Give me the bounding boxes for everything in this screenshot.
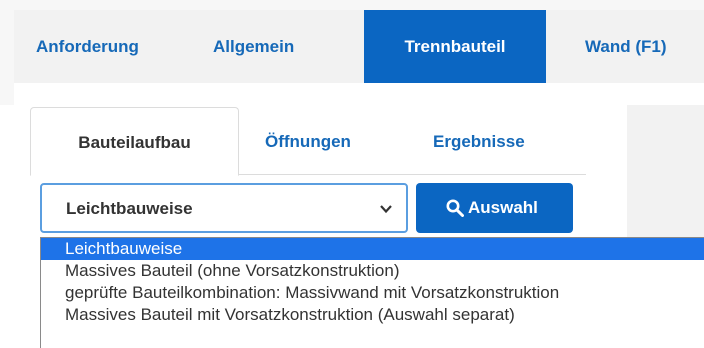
- subtab-ergebnisse[interactable]: Ergebnisse: [433, 107, 525, 174]
- dropdown-option-gepruefte-kombination[interactable]: geprüfte Bauteilkombination: Massivwand …: [41, 282, 704, 304]
- auswahl-button-label: Auswahl: [468, 198, 538, 217]
- subtab-oeffnungen[interactable]: Öffnungen: [265, 107, 351, 174]
- tab-wand-f1[interactable]: Wand (F1): [585, 10, 667, 83]
- tab-trennbauteil[interactable]: Trennbauteil: [364, 10, 546, 83]
- select-value: Leichtbauweise: [66, 199, 193, 218]
- dropdown-option-massiv-mit-vorsatz[interactable]: Massives Bauteil mit Vorsatzkonstruktion…: [41, 304, 704, 326]
- auswahl-button[interactable]: Auswahl: [416, 183, 573, 233]
- construction-type-dropdown: Leichtbauweise Massives Bauteil (ohne Vo…: [40, 237, 704, 348]
- dropdown-option-massiv-ohne-vorsatz[interactable]: Massives Bauteil (ohne Vorsatzkonstrukti…: [41, 260, 704, 282]
- subtab-bauteilaufbau[interactable]: Bauteilaufbau: [30, 107, 239, 176]
- construction-type-select[interactable]: Leichtbauweise: [40, 183, 408, 233]
- search-icon: [446, 199, 464, 217]
- main-navigation: Anforderung Allgemein Trennbauteil Wand …: [14, 10, 704, 84]
- chevron-down-icon: [380, 205, 392, 214]
- dropdown-option-leichtbauweise[interactable]: Leichtbauweise: [41, 238, 704, 260]
- subtab-bar: Bauteilaufbau Öffnungen Ergebnisse: [30, 107, 586, 176]
- tab-anforderung[interactable]: Anforderung: [36, 10, 139, 83]
- tab-allgemein[interactable]: Allgemein: [213, 10, 294, 83]
